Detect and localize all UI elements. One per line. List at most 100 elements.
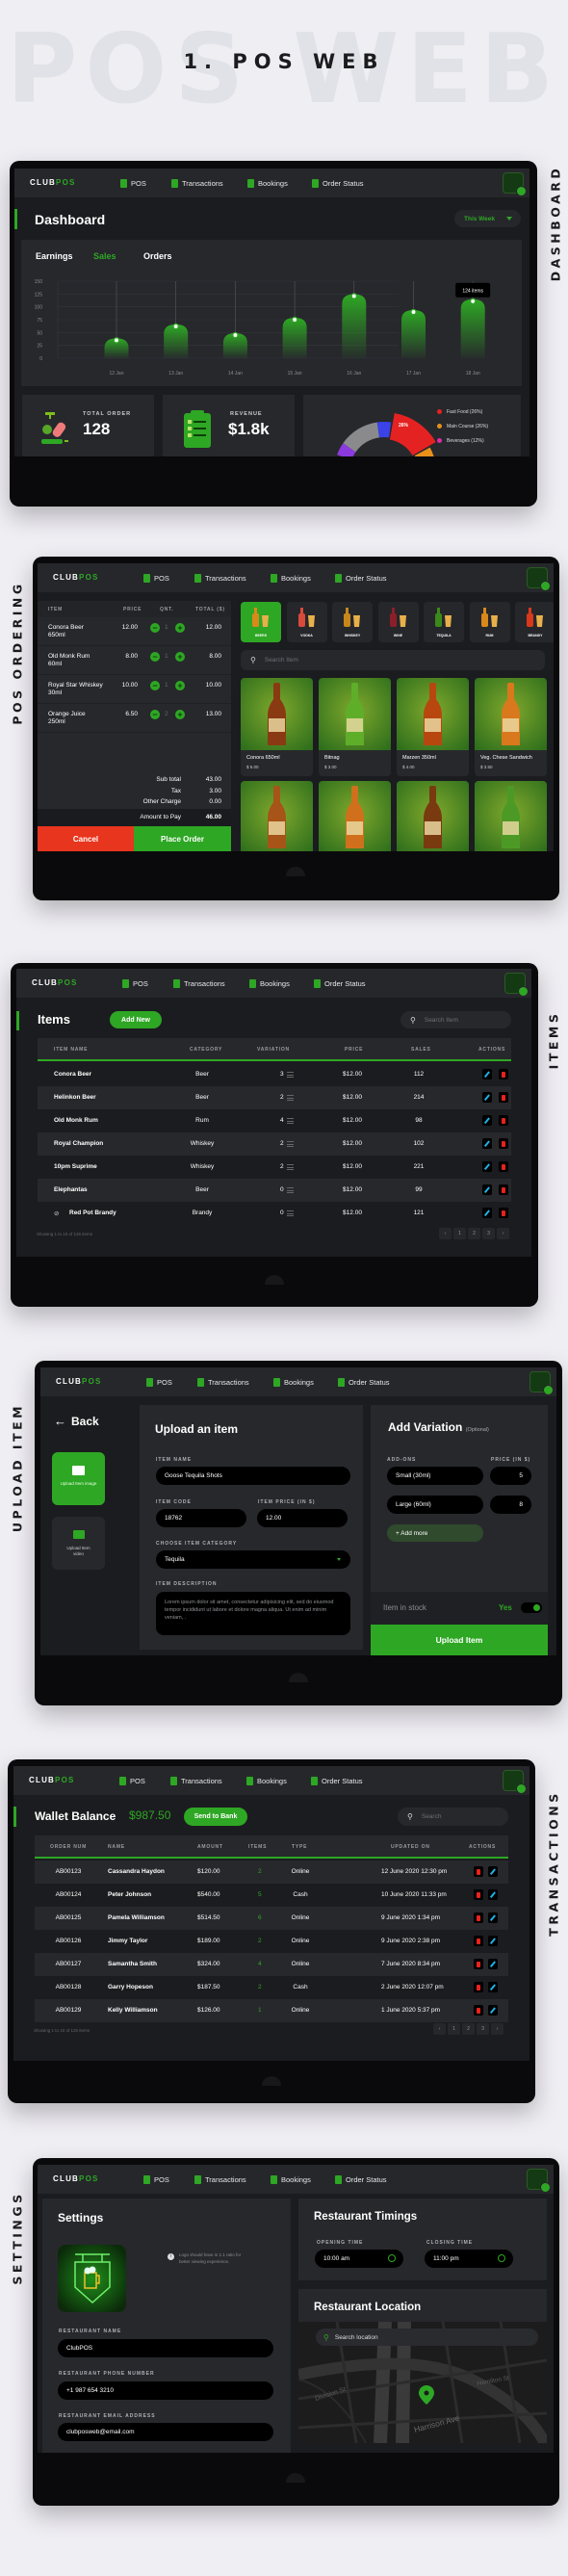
- plus-button[interactable]: +: [175, 710, 185, 719]
- plus-button[interactable]: +: [175, 652, 185, 662]
- list-icon[interactable]: [287, 1095, 294, 1101]
- location-search-input[interactable]: ⚲ Search location: [316, 2329, 538, 2346]
- item-price-input[interactable]: 12.00: [257, 1509, 348, 1527]
- minus-button[interactable]: −: [150, 710, 160, 719]
- profile-avatar[interactable]: [503, 172, 527, 196]
- edit-button[interactable]: [488, 1959, 498, 1969]
- table-row[interactable]: Helinkon Beer Beer 2 $12.00 214: [38, 1086, 511, 1109]
- table-row[interactable]: AB00126 Jimmy Taylor $189.00 2 Online 9 June …: [35, 1930, 508, 1953]
- page-button[interactable]: 1: [448, 2023, 460, 2035]
- table-row[interactable]: 10pm Suprime Whiskey 2 $12.00 221: [38, 1156, 511, 1179]
- minus-button[interactable]: −: [150, 652, 160, 662]
- upload-item-button[interactable]: Upload Item: [371, 1625, 548, 1655]
- delete-button[interactable]: [474, 1959, 483, 1969]
- upload-image-tile[interactable]: Upload Item image: [52, 1452, 105, 1505]
- nav-item-bookings[interactable]: Bookings: [247, 177, 288, 189]
- category-tab-tequila[interactable]: TEQUILA: [424, 602, 464, 642]
- category-tab-wine[interactable]: WINE: [377, 602, 419, 642]
- edit-button[interactable]: [482, 1092, 492, 1103]
- opening-time-input[interactable]: 10:00 am: [315, 2250, 403, 2268]
- nav-item-bookings[interactable]: Bookings: [273, 1376, 314, 1388]
- nav-item-transactions[interactable]: Transactions: [171, 177, 223, 189]
- edit-button[interactable]: [488, 1912, 498, 1923]
- category-tab-brandy[interactable]: BRANDY: [515, 602, 554, 642]
- nav-item-bookings[interactable]: Bookings: [271, 2173, 311, 2185]
- delete-button[interactable]: [499, 1161, 508, 1172]
- nav-item-transactions[interactable]: Transactions: [194, 2173, 246, 2185]
- clubpos-logo[interactable]: CLUBPOS: [53, 2174, 99, 2183]
- clubpos-logo[interactable]: CLUBPOS: [56, 1377, 102, 1386]
- table-row[interactable]: Elephantas Beer 0 $12.00 99: [38, 1179, 511, 1202]
- edit-button[interactable]: [482, 1115, 492, 1126]
- table-row[interactable]: AB00128 Garry Hopeson $187.50 2 Cash 2 June 2…: [35, 1976, 508, 1999]
- edit-button[interactable]: [488, 1866, 498, 1877]
- upload-video-tile[interactable]: Upload Item video: [52, 1517, 105, 1570]
- stock-toggle[interactable]: [521, 1602, 542, 1613]
- data-point[interactable]: [291, 316, 298, 324]
- minus-button[interactable]: −: [150, 623, 160, 633]
- delete-button[interactable]: [499, 1092, 508, 1103]
- category-tab-whiskey[interactable]: WHISKEY: [332, 602, 373, 642]
- delete-button[interactable]: [474, 1936, 483, 1946]
- table-row[interactable]: AB00129 Kelly Williamson $126.00 1 Online 1 J…: [35, 1999, 508, 2022]
- back-arrow-icon[interactable]: ←: [54, 1414, 66, 1428]
- range-dropdown[interactable]: This Week: [454, 210, 521, 227]
- nav-item-transactions[interactable]: Transactions: [197, 1376, 249, 1388]
- delete-button[interactable]: [474, 2005, 483, 2016]
- edit-button[interactable]: [482, 1138, 492, 1149]
- edit-button[interactable]: [482, 1184, 492, 1195]
- table-row[interactable]: ⊘ Red Pot Brandy Brandy 0 $12.00 121: [38, 1202, 511, 1225]
- table-row[interactable]: Old Monk Rum Rum 4 $12.00 98: [38, 1109, 511, 1132]
- next-page-button[interactable]: ›: [491, 2023, 503, 2035]
- page-button[interactable]: 2: [462, 2023, 475, 2035]
- profile-avatar[interactable]: [529, 1371, 554, 1395]
- item-search-input[interactable]: ⚲ Search Item: [241, 650, 545, 670]
- table-row[interactable]: AB00124 Peter Johnson $540.00 5 Cash 10 June …: [35, 1884, 508, 1907]
- product-card[interactable]: Marzen 350ml $ 4.00: [397, 678, 469, 776]
- add-new-button[interactable]: Add New: [110, 1011, 162, 1028]
- clubpos-logo[interactable]: CLUBPOS: [32, 978, 78, 987]
- edit-button[interactable]: [488, 1889, 498, 1900]
- prev-page-button[interactable]: ‹: [433, 2023, 446, 2035]
- addon-name-input[interactable]: Small (30ml): [387, 1467, 483, 1485]
- clubpos-logo[interactable]: CLUBPOS: [29, 1776, 75, 1784]
- list-icon[interactable]: [287, 1118, 294, 1124]
- minus-button[interactable]: −: [150, 681, 160, 690]
- product-card[interactable]: [241, 781, 313, 851]
- addon-price-input[interactable]: 8: [490, 1496, 531, 1514]
- product-card[interactable]: Bitnag $ 3.00: [319, 678, 391, 776]
- page-button[interactable]: 3: [477, 2023, 489, 2035]
- send-to-bank-button[interactable]: Send to Bank: [184, 1808, 247, 1826]
- delete-button[interactable]: [499, 1115, 508, 1126]
- item-code-input[interactable]: 18762: [156, 1509, 246, 1527]
- nav-item-bookings[interactable]: Bookings: [249, 977, 290, 989]
- delete-button[interactable]: [499, 1069, 508, 1080]
- nav-item-order-status[interactable]: Order Status: [335, 2173, 387, 2185]
- nav-item-bookings[interactable]: Bookings: [246, 1775, 287, 1786]
- page-button[interactable]: 2: [468, 1228, 480, 1239]
- delete-button[interactable]: [499, 1138, 508, 1149]
- category-select[interactable]: Tequila: [156, 1550, 350, 1569]
- page-button[interactable]: 3: [482, 1228, 495, 1239]
- table-row[interactable]: AB00127 Samantha Smith $324.00 4 Online 7 Jun…: [35, 1953, 508, 1976]
- segment-other[interactable]: [376, 422, 392, 438]
- table-row[interactable]: AB00123 Cassandra Haydon $120.00 2 Online 12 …: [35, 1860, 508, 1884]
- nav-item-pos[interactable]: POS: [146, 1376, 172, 1388]
- add-more-button[interactable]: + Add more: [387, 1524, 483, 1542]
- list-icon[interactable]: [287, 1210, 294, 1216]
- delete-button[interactable]: [474, 1982, 483, 1992]
- edit-button[interactable]: [482, 1161, 492, 1172]
- category-tab-beers[interactable]: BEERS: [241, 602, 281, 642]
- product-card[interactable]: [319, 781, 391, 851]
- addon-price-input[interactable]: 5: [490, 1467, 531, 1485]
- addon-name-input[interactable]: Large (60ml): [387, 1496, 483, 1514]
- list-icon[interactable]: [287, 1164, 294, 1170]
- transaction-search-input[interactable]: ⚲ Search: [398, 1808, 508, 1826]
- category-tab-rum[interactable]: RUM: [469, 602, 510, 642]
- nav-item-order-status[interactable]: Order Status: [335, 572, 387, 584]
- nav-item-bookings[interactable]: Bookings: [271, 572, 311, 584]
- edit-button[interactable]: [488, 2005, 498, 2016]
- bar-16-jan[interactable]: [342, 294, 367, 358]
- data-point[interactable]: [350, 293, 358, 299]
- next-page-button[interactable]: ›: [497, 1228, 509, 1239]
